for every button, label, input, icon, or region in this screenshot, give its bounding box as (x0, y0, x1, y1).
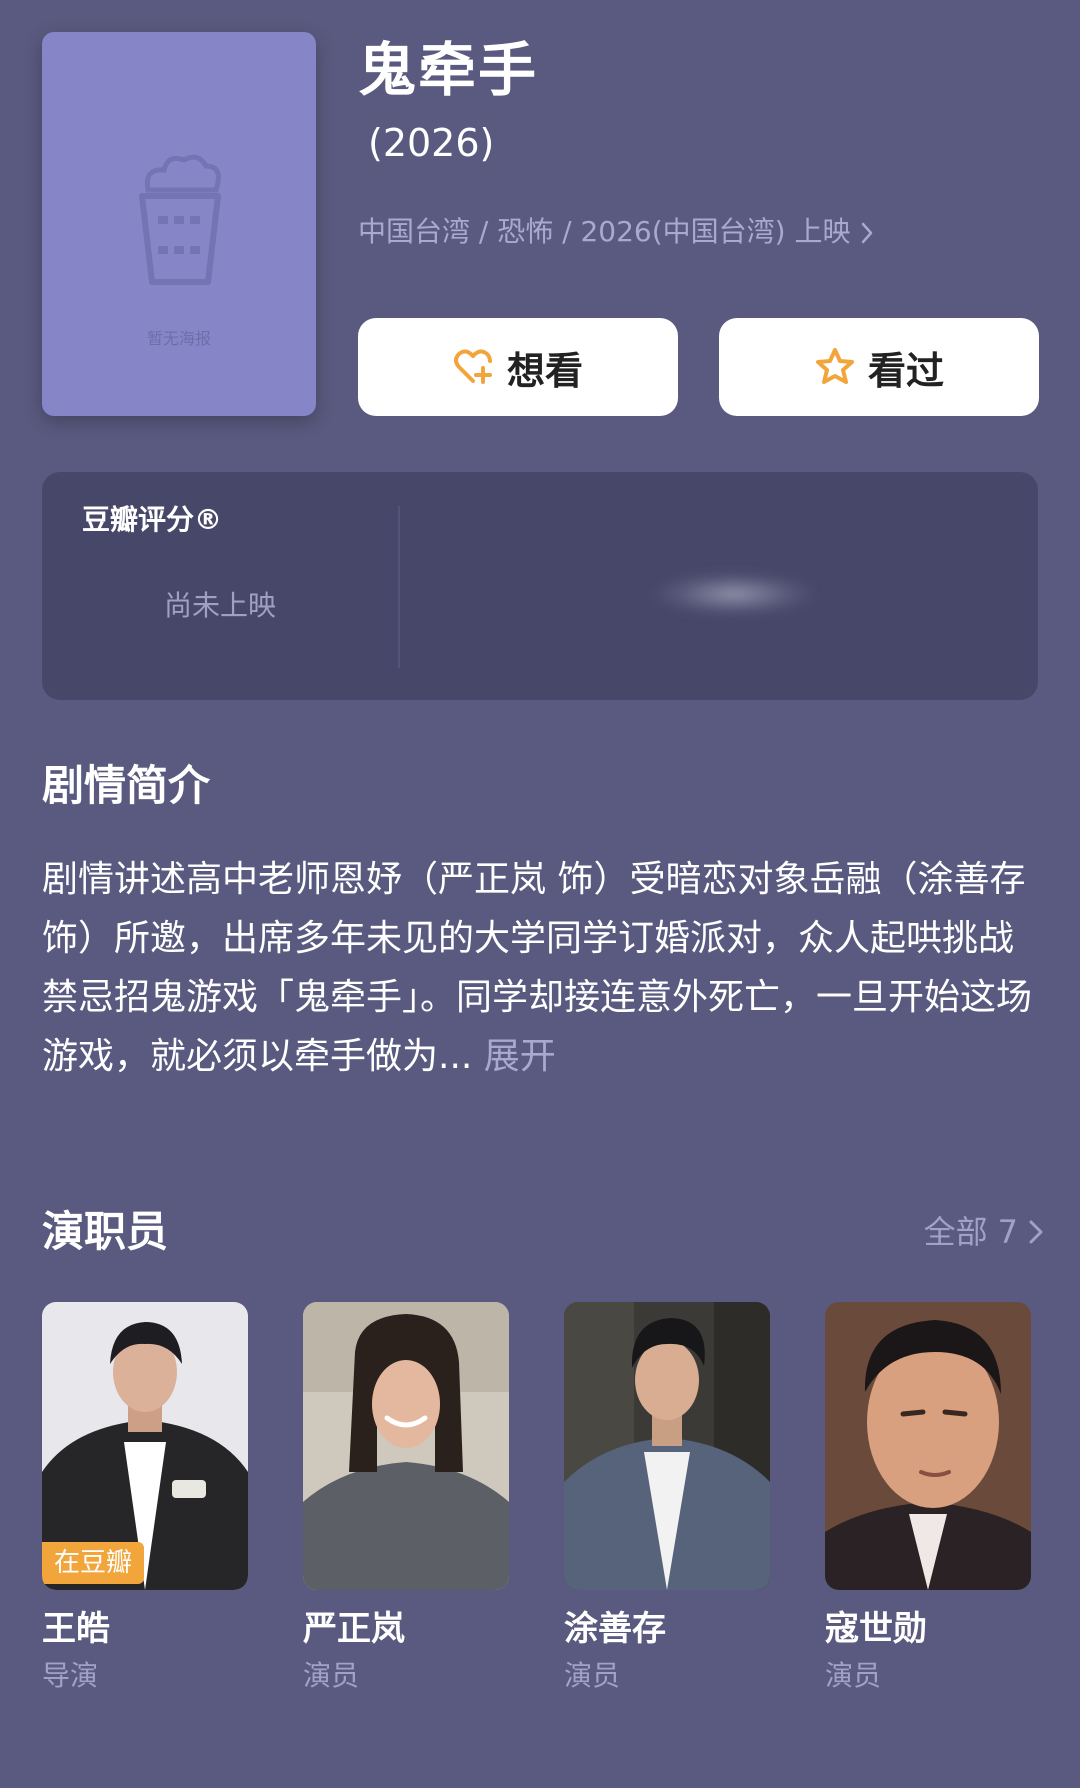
movie-meta-link[interactable]: 中国台湾 / 恐怖 / 2026(中国台湾) 上映 (358, 212, 874, 252)
plot-summary: 剧情讲述高中老师恩妤（严正岚 饰）受暗恋对象岳融（涂善存 饰）所邀，出席多年未见… (42, 850, 1040, 1086)
popcorn-icon (139, 154, 221, 285)
watched-label: 看过 (867, 348, 944, 393)
want-to-watch-button[interactable]: 想看 (358, 318, 678, 416)
cast-all-label: 全部 (923, 1213, 988, 1251)
cast-photo (303, 1302, 509, 1590)
cast-card[interactable]: 严正岚 演员 (303, 1302, 509, 1696)
movie-year: (2026) (368, 121, 495, 165)
cast-photo: 在豆瓣 (42, 1302, 248, 1590)
cast-role: 演员 (825, 1659, 882, 1692)
cast-name: 严正岚 (303, 1609, 405, 1649)
cast-role: 演员 (564, 1659, 621, 1692)
movie-title: 鬼牵手 (358, 36, 539, 104)
cast-section-title: 演职员 (42, 1207, 169, 1256)
heart-plus-icon (453, 349, 492, 384)
rating-status: 尚未上映 (163, 589, 276, 622)
cast-name: 寇世勋 (825, 1609, 927, 1649)
rating-placeholder-blur (654, 574, 814, 614)
cast-card[interactable]: 涂善存 演员 (564, 1302, 770, 1696)
plot-section-title: 剧情简介 (42, 761, 211, 810)
cast-card[interactable]: 寇世勋 演员 (825, 1302, 1031, 1696)
movie-meta-text: 中国台湾 / 恐怖 / 2026(中国台湾) 上映 (358, 215, 851, 248)
chevron-right-icon (862, 222, 873, 244)
poster-placeholder[interactable]: 暂无海报 (42, 32, 316, 416)
poster-caption: 暂无海报 (146, 329, 211, 348)
cast-name: 王皓 (42, 1609, 110, 1649)
cast-photo (564, 1302, 770, 1590)
cast-photo (825, 1302, 1031, 1590)
cast-name: 涂善存 (564, 1609, 666, 1649)
rating-divider (398, 506, 400, 668)
cast-role: 导演 (42, 1659, 99, 1692)
star-icon (815, 348, 854, 384)
rating-label: 豆瓣评分® (82, 503, 223, 536)
cast-role: 演员 (303, 1659, 360, 1692)
cast-view-all-link[interactable]: 全部 7 (924, 1208, 1044, 1256)
cast-card[interactable]: 在豆瓣 王皓 导演 (42, 1302, 248, 1696)
expand-link[interactable]: 展开 (484, 1036, 556, 1077)
want-to-watch-label: 想看 (506, 348, 583, 393)
cast-all-count: 7 (997, 1213, 1018, 1251)
cast-badge: 在豆瓣 (42, 1542, 145, 1584)
chevron-right-icon (1029, 1220, 1043, 1244)
rating-card[interactable]: 豆瓣评分® 尚未上映 (42, 472, 1038, 700)
watched-button[interactable]: 看过 (719, 318, 1039, 416)
